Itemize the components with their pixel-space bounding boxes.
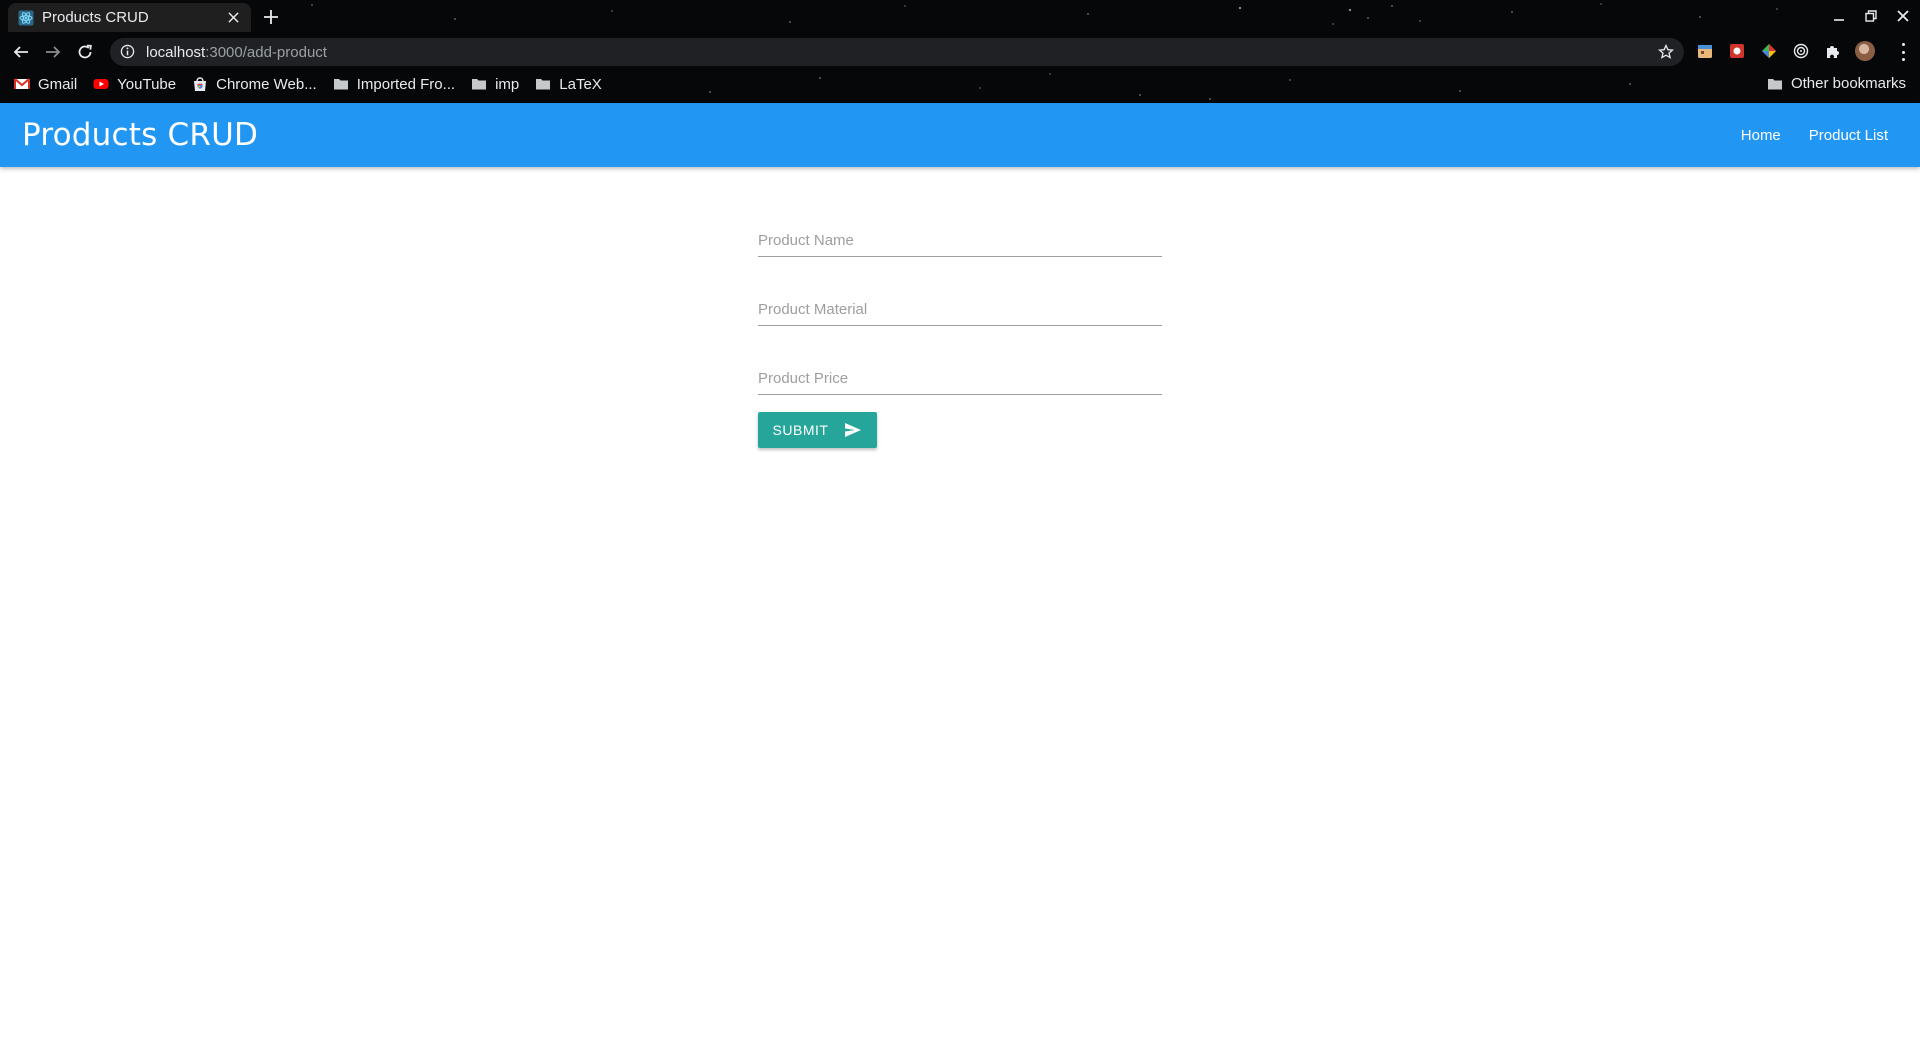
bookmark-folder-imp[interactable]: imp [471, 76, 519, 93]
url-host: localhost [146, 43, 206, 61]
react-favicon-icon [18, 10, 34, 26]
submit-button-label: SUBMIT [772, 422, 829, 438]
reload-icon[interactable] [74, 41, 96, 63]
bookmarks-bar: Gmail YouTube Chrome Web... Imported Fro… [0, 70, 1920, 98]
extensions-puzzle-icon[interactable] [1822, 40, 1844, 62]
app-navbar: Products CRUD Home Product List [0, 103, 1920, 167]
close-tab-icon[interactable] [225, 10, 241, 26]
folder-icon [471, 76, 487, 92]
brand-logo[interactable]: Products CRUD [22, 117, 258, 153]
browser-tab[interactable]: Products CRUD [8, 3, 251, 32]
url-path: :3000/add-product [205, 43, 327, 61]
product-material-field [758, 274, 1162, 326]
bookmark-chrome-web-store[interactable]: Chrome Web... [192, 76, 317, 93]
gmail-icon [14, 76, 30, 92]
extension-red-icon[interactable] [1726, 40, 1748, 62]
address-bar[interactable]: localhost:3000/add-product [110, 38, 1684, 66]
site-info-icon[interactable] [120, 44, 136, 60]
product-name-field [758, 205, 1162, 257]
bookmark-folder-latex[interactable]: LaTeX [535, 76, 602, 93]
restore-icon[interactable] [1862, 7, 1880, 25]
close-window-icon[interactable] [1894, 7, 1912, 25]
bookmark-gmail[interactable]: Gmail [14, 76, 77, 93]
other-bookmarks[interactable]: Other bookmarks [1767, 75, 1906, 92]
nav-links: Home Product List [1731, 117, 1898, 154]
folder-icon [1767, 76, 1783, 92]
tab-title: Products CRUD [42, 9, 149, 26]
submit-button[interactable]: SUBMIT [758, 412, 877, 448]
folder-icon [535, 76, 551, 92]
back-arrow-icon[interactable] [10, 41, 32, 63]
browser-toolbar: localhost:3000/add-product [0, 36, 1920, 68]
browser-chrome: Products CRUD localhost:3000/add-product [0, 0, 1920, 103]
youtube-icon [93, 76, 109, 92]
nav-link-product-list[interactable]: Product List [1799, 117, 1898, 154]
forward-arrow-icon[interactable] [42, 41, 64, 63]
profile-avatar[interactable] [1854, 40, 1876, 62]
bookmark-folder-imported[interactable]: Imported Fro... [333, 76, 455, 93]
folder-icon [333, 76, 349, 92]
extensions-area [1694, 40, 1876, 62]
add-product-form: SUBMIT [758, 205, 1162, 448]
product-material-input[interactable] [758, 274, 1162, 325]
browser-menu-icon[interactable] [1898, 43, 1908, 61]
nav-link-home[interactable]: Home [1731, 117, 1791, 154]
extension-target-icon[interactable] [1790, 40, 1812, 62]
product-price-input[interactable] [758, 343, 1162, 394]
extension-calendar-icon[interactable] [1694, 40, 1716, 62]
window-controls [1830, 7, 1912, 25]
product-name-input[interactable] [758, 205, 1162, 256]
chrome-web-store-icon [192, 76, 208, 92]
send-icon [844, 421, 862, 439]
new-tab-icon[interactable] [262, 8, 280, 26]
product-price-field [758, 343, 1162, 395]
extension-color-picker-icon[interactable] [1758, 40, 1780, 62]
minimize-icon[interactable] [1830, 7, 1848, 25]
bookmark-star-icon[interactable] [1658, 44, 1674, 60]
bookmark-youtube[interactable]: YouTube [93, 76, 176, 93]
